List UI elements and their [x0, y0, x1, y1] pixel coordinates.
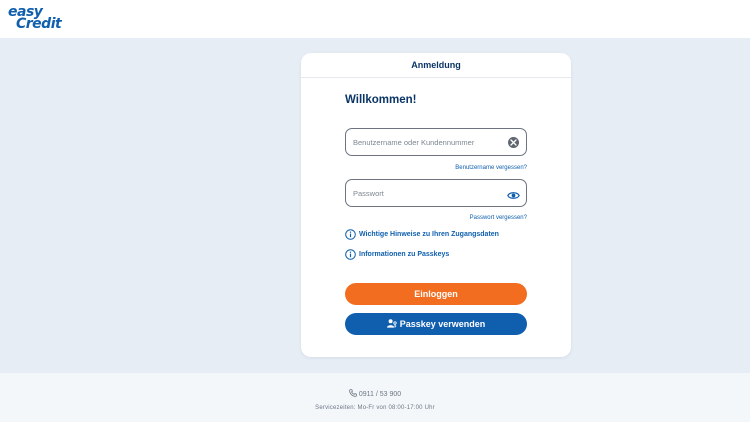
info-icon [345, 249, 356, 260]
login-button[interactable]: Einloggen [345, 283, 527, 305]
clear-icon[interactable] [508, 137, 519, 148]
password-field-wrapper [345, 179, 527, 207]
phone-number: 0911 / 53 900 [358, 391, 402, 398]
password-input[interactable] [353, 180, 503, 206]
info-link-passkeys[interactable]: Informationen zu Passkeys [345, 249, 485, 261]
passkey-button[interactable]: Passkey verwenden [345, 313, 527, 335]
info-link-label: Informationen zu Passkeys [359, 251, 450, 258]
phone-icon [349, 389, 357, 397]
service-hours: Servicezeiten: Mo-Fr von 08:00-17:00 Uhr [315, 405, 435, 411]
footer-phone[interactable]: 0911 / 53 900 [0, 389, 750, 398]
username-field-wrapper [345, 128, 527, 156]
forgot-password-link[interactable]: Passwort vergessen? [470, 215, 527, 221]
easycredit-logo[interactable]: easy Credit [8, 5, 62, 33]
info-icon [345, 229, 356, 240]
info-link-label: Wichtige Hinweise zu Ihren Zugangsdaten [359, 231, 499, 238]
passkey-button-label: Passkey verwenden [399, 319, 486, 329]
footer: 0911 / 53 900 Servicezeiten: Mo-Fr von 0… [0, 373, 750, 422]
login-card: Anmeldung Willkommen! Benutzername verge… [301, 53, 571, 357]
info-link-access-data[interactable]: Wichtige Hinweise zu Ihren Zugangsdaten [345, 229, 525, 241]
passkey-user-icon [386, 319, 397, 328]
forgot-username-link[interactable]: Benutzername vergessen? [455, 165, 527, 171]
welcome-heading: Willkommen! [345, 94, 417, 106]
card-title: Anmeldung [301, 53, 571, 78]
eye-icon[interactable] [507, 188, 520, 199]
top-bar: easy Credit [0, 0, 750, 38]
username-input[interactable] [353, 129, 503, 155]
logo-line-2: Credit [16, 16, 62, 32]
